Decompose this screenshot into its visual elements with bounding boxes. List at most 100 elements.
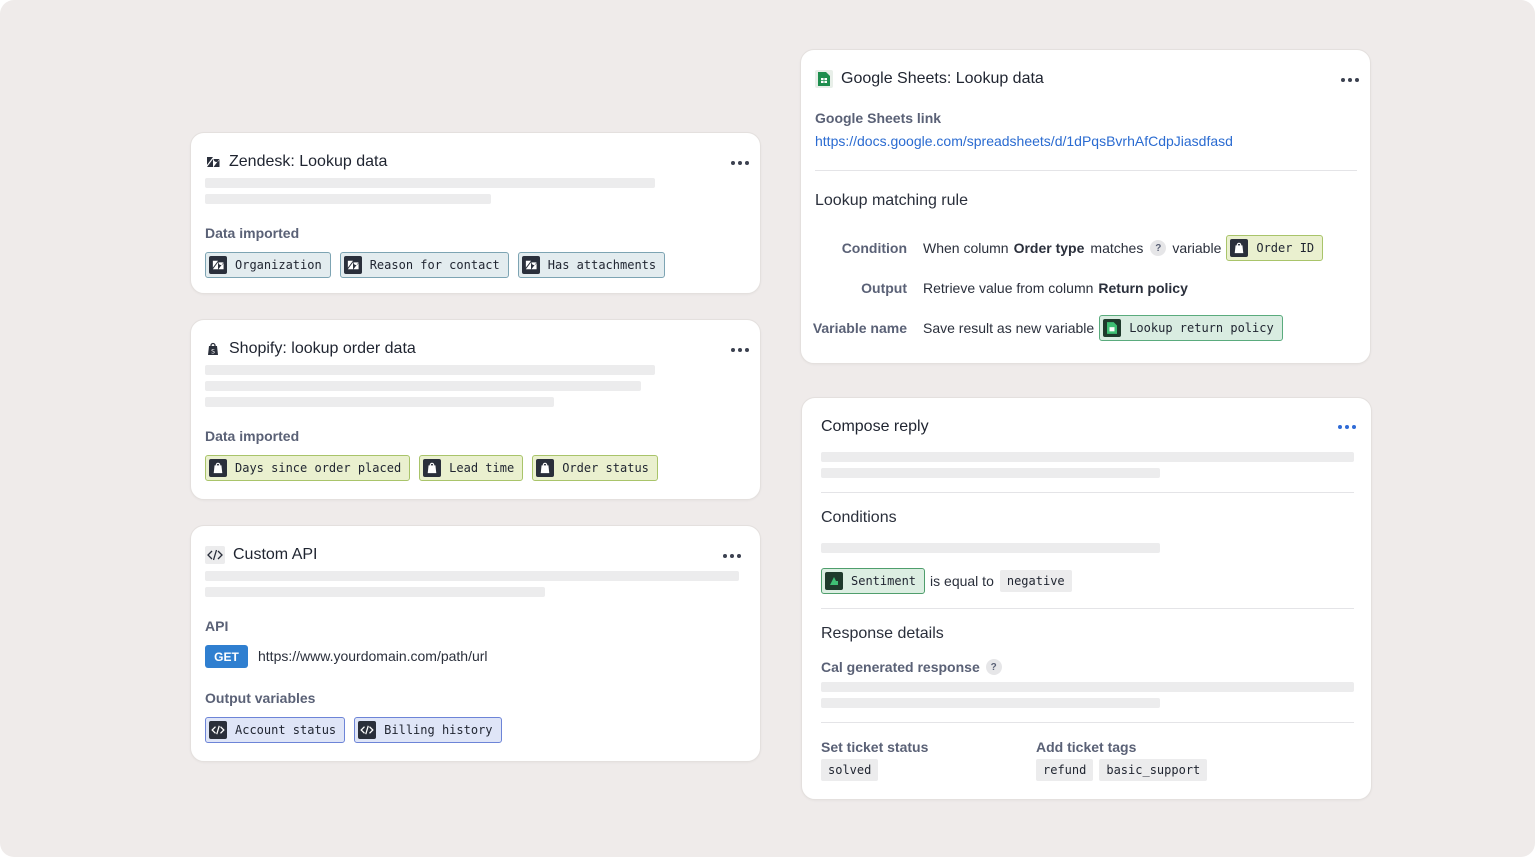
- zendesk-card-header: Zendesk: Lookup data: [205, 153, 387, 171]
- shopify-card-header: S Shopify: lookup order data: [205, 340, 416, 358]
- svg-text:S: S: [211, 349, 215, 356]
- zendesk-icon: [343, 256, 362, 274]
- zendesk-icon: [209, 256, 227, 274]
- code-icon: [205, 546, 225, 564]
- variable-chip-lookup-return-policy[interactable]: Lookup return policy: [1099, 315, 1283, 341]
- placeholder-line: [205, 587, 545, 597]
- help-icon[interactable]: ?: [1150, 240, 1167, 256]
- placeholder-line: [821, 543, 1160, 553]
- placeholder-line: [205, 397, 554, 407]
- variable-chip-billing-history[interactable]: Billing history: [354, 717, 502, 743]
- set-ticket-status-label: Set ticket status: [821, 739, 929, 755]
- ticket-tags-row: refund basic_support: [1036, 759, 1208, 781]
- response-details-title: Response details: [821, 625, 944, 642]
- more-dots-icon[interactable]: [1337, 74, 1363, 86]
- custom-api-card-title: Custom API: [233, 546, 318, 563]
- condition-key: Condition: [841, 240, 907, 256]
- output-column: Return policy: [1098, 280, 1188, 296]
- divider: [821, 722, 1354, 723]
- divider: [815, 170, 1357, 171]
- placeholder-line: [205, 571, 739, 581]
- zendesk-chip-list: Organization Reason for contact Has atta…: [205, 252, 666, 278]
- condition-row: Condition When column Order type matches…: [801, 234, 1324, 262]
- placeholder-line: [821, 452, 1354, 462]
- condition-column: Order type: [1013, 240, 1085, 256]
- more-dots-icon[interactable]: [727, 157, 753, 169]
- compose-reply-title: Compose reply: [821, 418, 929, 435]
- google-sheets-link-label: Google Sheets link: [815, 110, 942, 126]
- zendesk-card: Zendesk: Lookup data Data imported Organ…: [190, 132, 761, 294]
- variable-chip-order-status[interactable]: Order status: [532, 455, 658, 481]
- placeholder-line: [205, 194, 491, 204]
- variable-chip-reason-for-contact[interactable]: Reason for contact: [339, 252, 509, 278]
- shopify-bag-icon: S: [205, 341, 221, 357]
- more-dots-icon[interactable]: [1334, 421, 1360, 433]
- google-sheets-card: Google Sheets: Lookup data Google Sheets…: [800, 49, 1371, 364]
- google-sheets-card-title: Google Sheets: Lookup data: [841, 70, 1044, 87]
- variable-chip-account-status[interactable]: Account status: [205, 717, 346, 743]
- variable-chip-has-attachments[interactable]: Has attachments: [517, 252, 666, 278]
- compose-reply-card: Compose reply Conditions Sentiment is eq…: [801, 397, 1372, 800]
- output-variables-label: Output variables: [205, 690, 316, 706]
- divider: [821, 608, 1354, 609]
- more-dots-icon[interactable]: [727, 344, 753, 356]
- shopify-chip-list: Days since order placed Lead time Order …: [205, 455, 658, 481]
- placeholder-line: [205, 365, 655, 375]
- variable-chip-order-id[interactable]: Order ID: [1226, 235, 1324, 261]
- api-chip-list: Account status Billing history: [205, 717, 502, 743]
- zendesk-card-title: Zendesk: Lookup data: [229, 153, 388, 170]
- shopify-card: S Shopify: lookup order data Data import…: [190, 319, 761, 500]
- ticket-status-value-row: solved: [821, 759, 879, 781]
- google-sheets-icon: [1103, 319, 1122, 337]
- data-imported-label: Data imported: [205, 428, 300, 444]
- placeholder-line: [821, 468, 1160, 478]
- conditions-title: Conditions: [821, 509, 897, 526]
- google-sheets-icon: [815, 70, 833, 88]
- lookup-matching-rule-title: Lookup matching rule: [815, 192, 968, 209]
- google-sheets-link[interactable]: https://docs.google.com/spreadsheets/d/1…: [815, 133, 1233, 149]
- sentiment-icon: [825, 572, 843, 590]
- google-sheets-card-header: Google Sheets: Lookup data: [815, 70, 1044, 88]
- custom-api-card: Custom API API GET https://www.yourdomai…: [190, 525, 761, 762]
- shopify-bag-icon: [1230, 239, 1249, 257]
- add-ticket-tags-label: Add ticket tags: [1036, 739, 1137, 755]
- custom-api-card-header: Custom API: [205, 546, 317, 564]
- placeholder-line: [821, 682, 1354, 692]
- code-icon: [209, 721, 227, 739]
- http-method-badge: GET: [205, 645, 248, 668]
- shopify-bag-icon: [423, 459, 442, 477]
- data-imported-label: Data imported: [205, 225, 300, 241]
- compose-reply-card-header: Compose reply: [821, 418, 929, 436]
- sentiment-condition: Sentiment is equal to negative: [821, 568, 1072, 594]
- code-icon: [358, 721, 377, 739]
- condition-value: negative: [999, 570, 1072, 592]
- api-label: API: [205, 618, 229, 634]
- placeholder-line: [205, 178, 655, 188]
- divider: [821, 492, 1354, 493]
- zendesk-icon: [205, 154, 221, 170]
- placeholder-line: [205, 381, 641, 391]
- output-key: Output: [861, 280, 907, 296]
- zendesk-icon: [521, 256, 540, 274]
- api-url[interactable]: https://www.yourdomain.com/path/url: [258, 648, 488, 664]
- generated-response-label: Cal generated response: [821, 659, 980, 675]
- variable-name-key: Variable name: [812, 320, 907, 336]
- shopify-card-title: Shopify: lookup order data: [229, 340, 416, 357]
- ticket-status-value[interactable]: solved: [821, 759, 879, 781]
- shopify-bag-icon: [209, 459, 227, 477]
- variable-name-row: Variable name Save result as new variabl…: [801, 314, 1283, 342]
- placeholder-line: [821, 698, 1160, 708]
- generated-response-label-row: Cal generated response ?: [821, 659, 1002, 675]
- output-row: Output Retrieve value from column Return…: [801, 274, 1188, 302]
- condition-operator: is equal to: [930, 573, 994, 589]
- more-dots-icon[interactable]: [719, 550, 745, 562]
- shopify-bag-icon: [536, 459, 555, 477]
- help-icon[interactable]: ?: [985, 659, 1002, 675]
- canvas-background: Zendesk: Lookup data Data imported Organ…: [0, 0, 1535, 857]
- ticket-tag-refund[interactable]: refund: [1036, 759, 1094, 781]
- variable-chip-organization[interactable]: Organization: [205, 252, 331, 278]
- variable-chip-lead-time[interactable]: Lead time: [419, 455, 524, 481]
- variable-chip-days-since-order[interactable]: Days since order placed: [205, 455, 411, 481]
- variable-chip-sentiment[interactable]: Sentiment: [821, 568, 926, 594]
- ticket-tag-basic-support[interactable]: basic_support: [1099, 759, 1208, 781]
